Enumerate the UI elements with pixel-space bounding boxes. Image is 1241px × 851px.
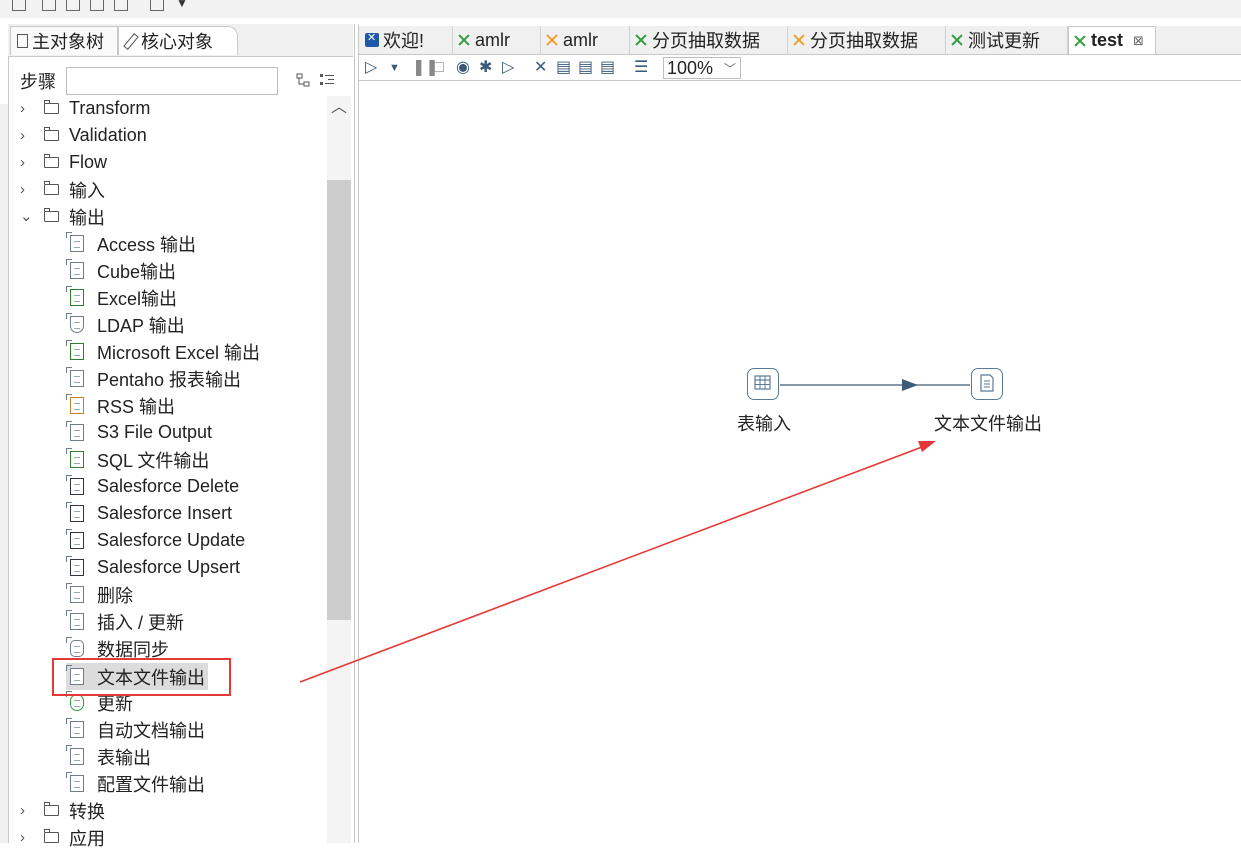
annotation-arrow	[299, 446, 923, 683]
hop-arrow-icon	[902, 379, 918, 391]
canvas-overlay	[299, 379, 970, 683]
annotation-arrowhead-icon	[918, 441, 936, 452]
